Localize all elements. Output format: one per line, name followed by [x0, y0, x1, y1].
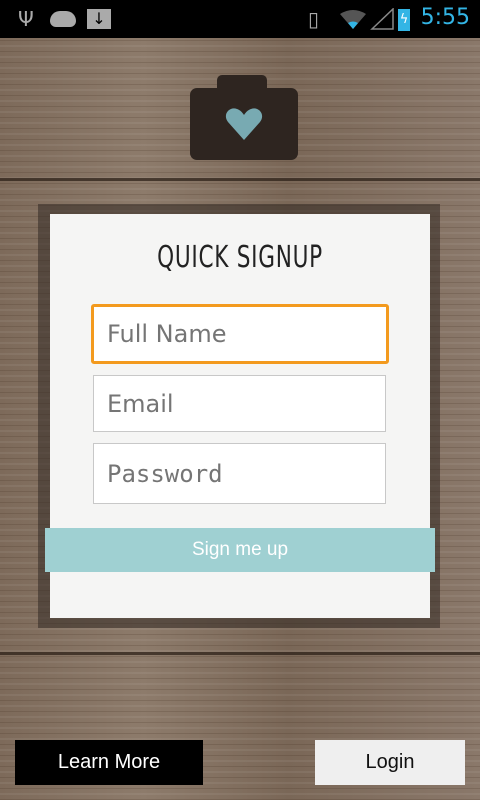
- heart-icon: [225, 108, 263, 140]
- android-icon: [50, 11, 76, 27]
- password-input[interactable]: [93, 443, 386, 504]
- wifi-icon: [340, 8, 394, 30]
- wood-divider: [0, 652, 480, 655]
- email-input[interactable]: [93, 375, 386, 432]
- rotate-icon: ▯: [308, 7, 320, 31]
- login-button[interactable]: Login: [315, 740, 465, 785]
- learn-more-button[interactable]: Learn More: [15, 740, 203, 785]
- sign-up-button[interactable]: Sign me up: [45, 528, 435, 572]
- wood-divider: [0, 178, 480, 181]
- form-title: QUICK SIGNUP: [157, 240, 323, 275]
- full-name-input[interactable]: [91, 304, 389, 364]
- usb-icon: Ψ: [18, 7, 34, 31]
- clock: 5:55: [420, 5, 470, 30]
- status-bar: Ψ ↓ ▯ ϟ 5:55: [0, 0, 480, 38]
- download-icon: ↓: [87, 9, 111, 29]
- battery-charging-icon: ϟ: [398, 9, 410, 31]
